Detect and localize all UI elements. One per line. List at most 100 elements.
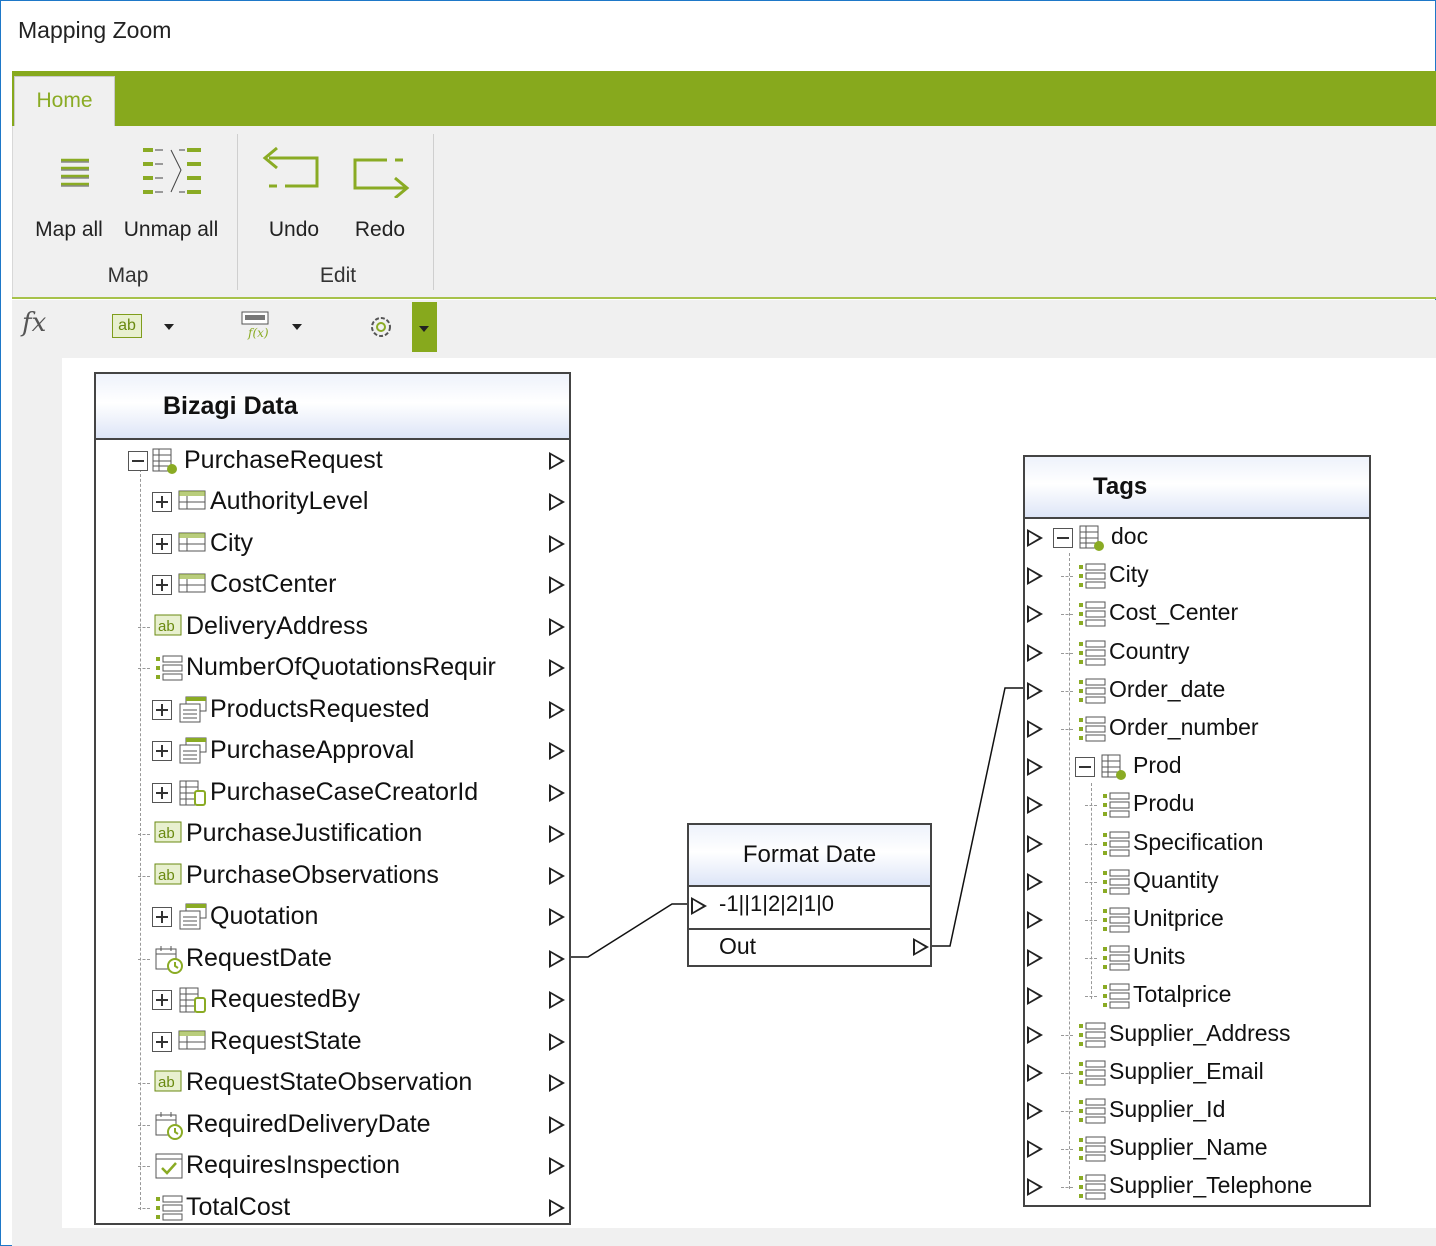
target-tree-row[interactable]: Units	[1025, 939, 1369, 977]
source-tree-row[interactable]: TotalCost	[96, 1187, 569, 1229]
source-port-icon[interactable]	[549, 825, 565, 844]
source-tree-row[interactable]: RequestDate	[96, 938, 569, 980]
target-tree-row[interactable]: Supplier_Telephone	[1025, 1168, 1369, 1206]
target-port-icon[interactable]	[1027, 872, 1043, 891]
tree-connector	[1085, 996, 1097, 998]
list-icon	[1101, 906, 1131, 939]
source-field-label: ProductsRequested	[210, 694, 430, 723]
target-tree-row[interactable]: Unitprice	[1025, 901, 1369, 939]
target-port-icon[interactable]	[1027, 758, 1043, 777]
target-tree-row[interactable]: Specification	[1025, 825, 1369, 863]
target-tree-row[interactable]: Supplier_Id	[1025, 1092, 1369, 1130]
expand-icon[interactable]	[152, 492, 172, 513]
target-tree-row[interactable]: Quantity	[1025, 863, 1369, 901]
format-date-function-box[interactable]: Format Date -1||1|2|2|1|0 Out	[687, 823, 932, 967]
target-port-icon[interactable]	[1027, 720, 1043, 739]
target-tree-row[interactable]: Prod	[1025, 748, 1369, 786]
target-port-icon[interactable]	[1027, 834, 1043, 853]
collapse-icon[interactable]	[1075, 757, 1095, 778]
expand-icon[interactable]	[152, 533, 172, 554]
expand-icon[interactable]	[152, 990, 172, 1011]
target-port-icon[interactable]	[1027, 1025, 1043, 1044]
expand-icon[interactable]	[152, 699, 172, 720]
target-tree-row[interactable]: Supplier_Email	[1025, 1054, 1369, 1092]
source-tree-row[interactable]: CostCenter	[96, 565, 569, 607]
target-port-icon[interactable]	[1027, 796, 1043, 815]
target-port-icon[interactable]	[1027, 987, 1043, 1006]
source-port-icon[interactable]	[549, 742, 565, 761]
source-port-icon[interactable]	[549, 576, 565, 595]
target-tree-row[interactable]: Produ	[1025, 786, 1369, 824]
source-port-icon[interactable]	[549, 991, 565, 1010]
source-tree-row[interactable]: Quotation	[96, 897, 569, 939]
target-port-icon[interactable]	[1027, 1140, 1043, 1159]
target-field-label: Totalprice	[1133, 981, 1232, 1008]
target-tree-row[interactable]: City	[1025, 557, 1369, 595]
source-tree-row[interactable]: AuthorityLevel	[96, 482, 569, 524]
target-port-icon[interactable]	[1027, 1102, 1043, 1121]
target-tree-row[interactable]: Totalprice	[1025, 977, 1369, 1015]
expand-icon[interactable]	[152, 741, 172, 762]
list-icon	[1101, 868, 1131, 901]
source-tree-row[interactable]: ProductsRequested	[96, 689, 569, 731]
source-port-icon[interactable]	[549, 783, 565, 802]
target-tree-row[interactable]: Supplier_Name	[1025, 1130, 1369, 1168]
source-field-label: RequestedBy	[210, 985, 361, 1014]
source-port-icon[interactable]	[549, 949, 565, 968]
source-port-icon[interactable]	[549, 1198, 565, 1217]
target-tree-row[interactable]: Order_number	[1025, 710, 1369, 748]
target-port-icon[interactable]	[1027, 681, 1043, 700]
expand-icon[interactable]	[152, 907, 172, 928]
source-tree-row[interactable]: ab PurchaseObservations	[96, 855, 569, 897]
target-port-icon[interactable]	[1027, 567, 1043, 586]
target-tree-row[interactable]: Country	[1025, 634, 1369, 672]
expand-icon[interactable]	[152, 575, 172, 596]
source-port-icon[interactable]	[549, 700, 565, 719]
source-tree-row[interactable]: ab DeliveryAddress	[96, 606, 569, 648]
source-port-icon[interactable]	[549, 451, 565, 470]
target-tree-row[interactable]: doc	[1025, 519, 1369, 557]
source-port-icon[interactable]	[549, 617, 565, 636]
source-tree-row[interactable]: RequiredDeliveryDate	[96, 1104, 569, 1146]
source-tree-row[interactable]: NumberOfQuotationsRequir	[96, 648, 569, 690]
source-port-icon[interactable]	[549, 1115, 565, 1134]
source-port-icon[interactable]	[549, 866, 565, 885]
input-port-icon[interactable]	[691, 897, 707, 915]
tree-connector	[138, 1207, 150, 1209]
table-icon	[178, 530, 206, 559]
expand-icon[interactable]	[152, 782, 172, 803]
target-tree-row[interactable]: Cost_Center	[1025, 595, 1369, 633]
source-port-icon[interactable]	[549, 1032, 565, 1051]
target-port-icon[interactable]	[1027, 911, 1043, 930]
collapse-icon[interactable]	[128, 450, 148, 471]
source-port-icon[interactable]	[549, 493, 565, 512]
source-tree-row[interactable]: RequestState	[96, 1021, 569, 1063]
source-port-icon[interactable]	[549, 1157, 565, 1176]
target-port-icon[interactable]	[1027, 1178, 1043, 1197]
target-port-icon[interactable]	[1027, 1063, 1043, 1082]
collapse-icon[interactable]	[1053, 528, 1073, 549]
source-port-icon[interactable]	[549, 659, 565, 678]
target-tree-row[interactable]: Supplier_Address	[1025, 1016, 1369, 1054]
source-tree-row[interactable]: RequestedBy	[96, 980, 569, 1022]
source-tree-row[interactable]: RequiresInspection	[96, 1146, 569, 1188]
target-port-icon[interactable]	[1027, 529, 1043, 548]
collection-icon	[178, 737, 208, 770]
tree-connector	[138, 626, 150, 628]
source-port-icon[interactable]	[549, 908, 565, 927]
target-port-icon[interactable]	[1027, 643, 1043, 662]
source-port-icon[interactable]	[549, 1074, 565, 1093]
source-tree-row[interactable]: ab PurchaseJustification	[96, 814, 569, 856]
target-port-icon[interactable]	[1027, 949, 1043, 968]
output-port-icon[interactable]	[913, 938, 929, 956]
source-tree-row[interactable]: PurchaseRequest	[96, 440, 569, 482]
source-tree-row[interactable]: ab RequestStateObservation	[96, 1063, 569, 1105]
source-tree-row[interactable]: City	[96, 523, 569, 565]
target-tree-row[interactable]: Order_date	[1025, 672, 1369, 710]
source-tree-row[interactable]: PurchaseApproval	[96, 731, 569, 773]
expand-icon[interactable]	[152, 1031, 172, 1052]
source-port-icon[interactable]	[549, 534, 565, 553]
target-port-icon[interactable]	[1027, 605, 1043, 624]
function-input-param[interactable]: -1||1|2|2|1|0	[719, 891, 834, 917]
source-tree-row[interactable]: PurchaseCaseCreatorId	[96, 772, 569, 814]
